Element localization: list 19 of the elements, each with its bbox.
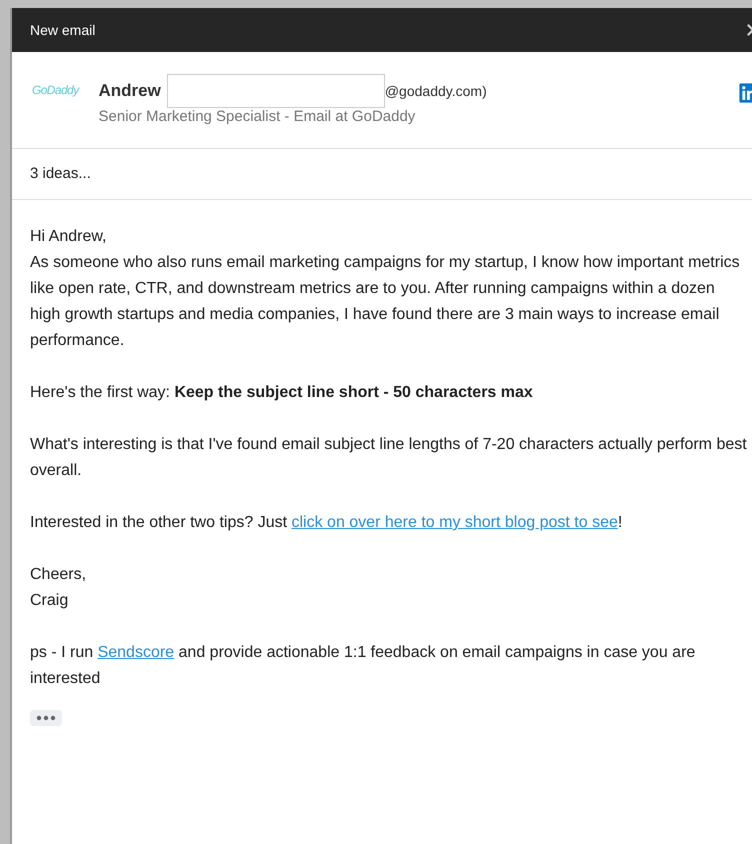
body-text: As someone who also runs email marketing campaigns for my startup, I know how important metrics like open rate, CTR, and downstream metrics are to you. After running campaigns within a dozen high growth startups and media companies, I have found there are 3 main ways to increase email performance. (30, 253, 741, 351)
body-text: Hi Andrew, (30, 227, 108, 247)
text-link[interactable]: Sendscore (98, 644, 174, 661)
ellipsis-icon (36, 715, 56, 721)
window-title: New email (30, 20, 96, 40)
email-domain: @godaddy.com) (384, 82, 487, 101)
text-link[interactable]: click on over here to my short blog post to see (291, 514, 618, 531)
job-title: Senior Marketing Specialist - Email at GoDaddy (98, 107, 416, 127)
body-text: Here's the first way: Keep the subject line short - 50 characters max (30, 383, 534, 403)
body-text: What's interesting is that I've found email subject line lengths of 7-20 characters actually perform best overall. (30, 435, 748, 481)
contact-name: Andrew (98, 80, 161, 102)
body-text: Craig (30, 591, 70, 611)
body-text: Cheers, (30, 565, 88, 585)
body-text: ps - I run Sendscore and provide actionable 1:1 feedback on email campaigns in case you are interested (30, 643, 696, 689)
more-button[interactable] (30, 710, 62, 726)
email-subject: 3 ideas... (30, 164, 91, 184)
email-field[interactable] (166, 74, 385, 108)
body-text: Interested in the other two tips? Just click on over here to my short blog post to see! (30, 513, 624, 533)
company-logo: GoDaddy (32, 82, 78, 98)
